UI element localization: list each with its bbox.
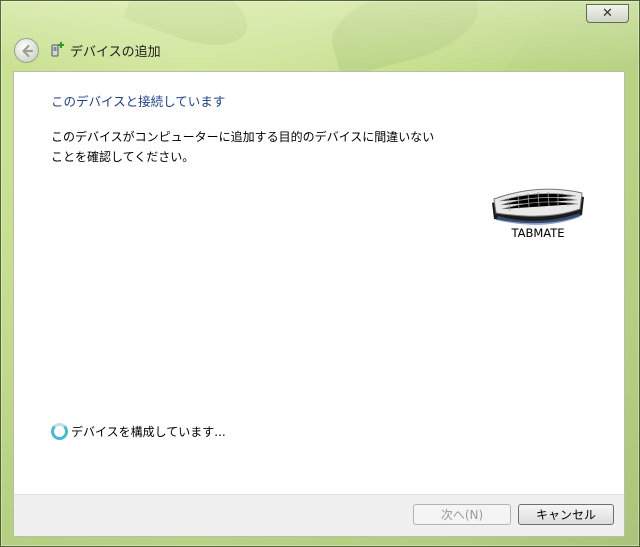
description-line: このデバイスがコンピューターに追加する目的のデバイスに間違いない (51, 130, 435, 144)
dialog-window: ✕ デバイスの追加 このデバイスと接続しています このデバイスがコンピューターに… (0, 0, 640, 547)
back-button[interactable] (14, 38, 39, 63)
progress-spinner-icon (51, 423, 68, 440)
add-device-icon (51, 42, 64, 57)
back-arrow-icon (21, 44, 33, 57)
description-line: ことを確認してください。 (51, 150, 195, 164)
dialog-title: デバイスの追加 (70, 45, 161, 60)
status-text: デバイスを構成しています... (71, 425, 226, 439)
description-text: このデバイスがコンピューターに追加する目的のデバイスに間違いない ことを確認して… (51, 127, 434, 167)
content-panel: このデバイスと接続しています このデバイスがコンピューターに追加する目的のデバイ… (13, 71, 625, 494)
button-bar: 次へ(N) キャンセル (13, 494, 625, 537)
close-button[interactable]: ✕ (586, 4, 629, 23)
main-instruction: このデバイスと接続しています (51, 94, 226, 109)
close-icon: ✕ (602, 6, 613, 21)
cancel-button[interactable]: キャンセル (518, 504, 614, 525)
device-name: TABMATE (511, 226, 565, 240)
next-button[interactable]: 次へ(N) (413, 504, 511, 525)
